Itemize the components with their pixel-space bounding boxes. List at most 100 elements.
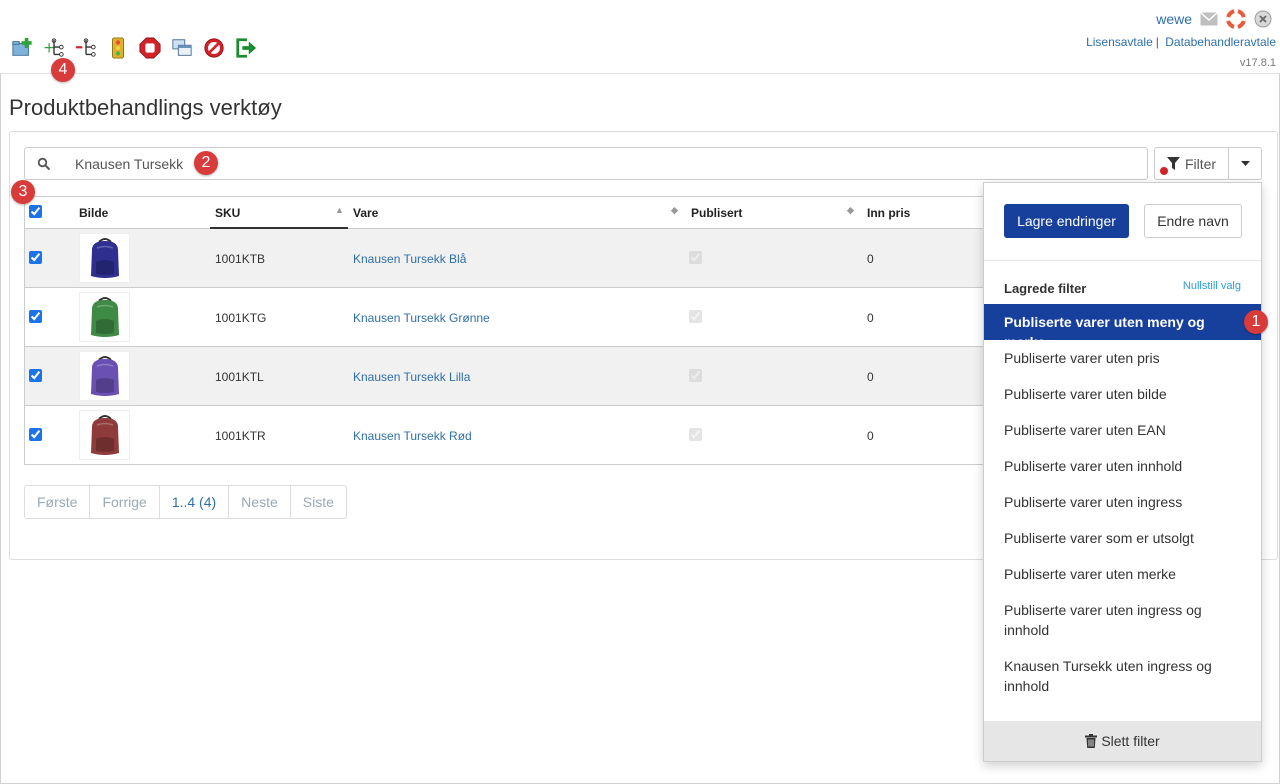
cost-price-cell: 0 [867,252,874,266]
product-thumbnail[interactable] [79,351,130,401]
filter-active-dot [1160,167,1168,175]
saved-filter-item[interactable]: Publiserte varer uten ingress [984,484,1261,520]
backpack-image [90,415,119,455]
search-box[interactable] [24,147,1148,180]
cost-price-cell: 0 [867,429,874,443]
toolbar: + [10,36,258,60]
legal-links: Lisensavtale | Databehandleravtale [1086,35,1276,49]
trash-icon [1085,734,1098,748]
pager-last[interactable]: Siste [291,486,346,518]
product-name-link[interactable]: Knausen Tursekk Rød [353,429,472,443]
saved-filter-list: Publiserte varer uten meny og merke Publi… [984,304,1261,704]
caret-down-icon [1240,161,1250,166]
copy-windows-icon[interactable] [170,36,194,60]
no-entry-icon[interactable] [202,36,226,60]
sku-cell: 1001KTG [215,311,267,325]
published-cell [689,251,702,267]
pager-current[interactable]: 1..4 (4) [160,486,230,518]
published-checkbox [689,428,702,441]
annotation-marker: 1 [1244,310,1268,334]
sku-cell: 1001KTB [215,252,266,266]
funnel-icon [1166,157,1180,170]
col-header-bilde[interactable]: Bilde [79,206,108,220]
published-cell [689,369,702,385]
saved-filter-item[interactable]: Publiserte varer som er utsolgt [984,520,1261,556]
expand-tree-icon[interactable]: + [42,36,66,60]
close-icon[interactable] [1254,10,1272,28]
save-changes-button[interactable]: Lagre endringer [1004,204,1129,238]
stop-icon[interactable] [138,36,162,60]
row-select-checkbox[interactable] [29,251,42,264]
filter-dropdown: Lagre endringer Endre navn Lagrede filte… [983,182,1262,762]
pager-next[interactable]: Neste [229,486,291,518]
sort-both-icon: ◆ [671,205,678,215]
pager-first[interactable]: Første [25,486,91,518]
saved-filter-item[interactable]: Publiserte varer uten bilde [984,376,1261,412]
page-title: Produktbehandlings verktøy [9,95,282,120]
product-name-link[interactable]: Knausen Tursekk Blå [353,252,466,266]
saved-filter-item[interactable]: Knausen Tursekk uten ingress og innhold [984,648,1261,704]
product-name-link[interactable]: Knausen Tursekk Grønne [353,311,490,325]
license-link[interactable]: Lisensavtale [1086,35,1153,49]
lifebuoy-icon[interactable] [1226,9,1246,29]
row-select-checkbox[interactable] [29,310,42,323]
col-header-sku[interactable]: SKU [215,206,240,220]
saved-filters-heading: Lagrede filter [1004,281,1087,296]
row-select-checkbox[interactable] [29,428,42,441]
filter-button[interactable]: Filter [1154,147,1229,180]
sort-both-icon: ◆ [847,205,854,215]
published-checkbox [689,310,702,323]
cost-price-cell: 0 [867,370,874,384]
reset-selection-link[interactable]: Nullstill valg [1183,280,1241,292]
col-header-vare[interactable]: Vare [353,206,378,220]
mail-icon[interactable] [1200,12,1218,26]
product-thumbnail[interactable] [79,292,130,342]
pager-prev[interactable]: Forrige [90,486,160,518]
backpack-image [90,238,119,278]
sku-cell: 1001KTL [215,370,264,384]
traffic-light-icon[interactable] [106,36,130,60]
user-area: wewe [1156,9,1272,29]
link-separator: | [1155,35,1159,49]
annotation-marker: 4 [51,58,75,82]
col-header-inn-pris[interactable]: Inn pris [867,206,910,220]
exit-icon[interactable] [234,36,258,60]
backpack-image [90,356,119,396]
saved-filter-item[interactable]: Publiserte varer uten merke [984,556,1261,592]
filter-label: Filter [1184,155,1217,172]
saved-filter-item[interactable]: Publiserte varer uten innhold [984,448,1261,484]
published-checkbox [689,251,702,264]
add-folder-icon[interactable] [10,36,34,60]
saved-filter-item[interactable]: Publiserte varer uten meny og merke [984,304,1261,350]
filter-dropdown-toggle[interactable] [1228,147,1262,180]
delete-filter-button[interactable]: Slett filter [984,721,1261,761]
user-name-link[interactable]: wewe [1156,11,1192,27]
sku-cell: 1001KTR [215,429,266,443]
data-processing-link[interactable]: Databehandleravtale [1165,35,1276,49]
pagination: Første Forrige 1..4 (4) Neste Siste [24,485,347,519]
row-select-checkbox[interactable] [29,369,42,382]
backpack-image [90,297,119,337]
product-thumbnail[interactable] [79,233,130,283]
sort-asc-icon: ▲ [335,205,344,215]
annotation-marker: 2 [194,151,218,175]
saved-filter-item[interactable]: Publiserte varer uten EAN [984,412,1261,448]
top-bar: + wewe Lisensavtale | Databehandleravtale… [0,0,1280,74]
collapse-tree-icon[interactable] [74,36,98,60]
version-label: v17.8.1 [1239,57,1276,69]
published-cell [689,310,702,326]
rename-button[interactable]: Endre navn [1144,204,1242,238]
col-header-publisert[interactable]: Publisert [691,206,742,220]
annotation-marker: 3 [11,180,35,204]
product-name-link[interactable]: Knausen Tursekk Lilla [353,370,470,384]
search-input[interactable] [75,154,675,174]
published-checkbox [689,369,702,382]
select-all-checkbox[interactable] [29,205,42,218]
saved-filter-item[interactable]: Publiserte varer uten ingress og innhold [984,592,1261,648]
published-cell [689,428,702,444]
cost-price-cell: 0 [867,311,874,325]
search-icon [37,157,51,171]
delete-filter-label: Slett filter [1101,733,1160,749]
product-thumbnail[interactable] [79,410,130,460]
divider [984,260,1261,261]
